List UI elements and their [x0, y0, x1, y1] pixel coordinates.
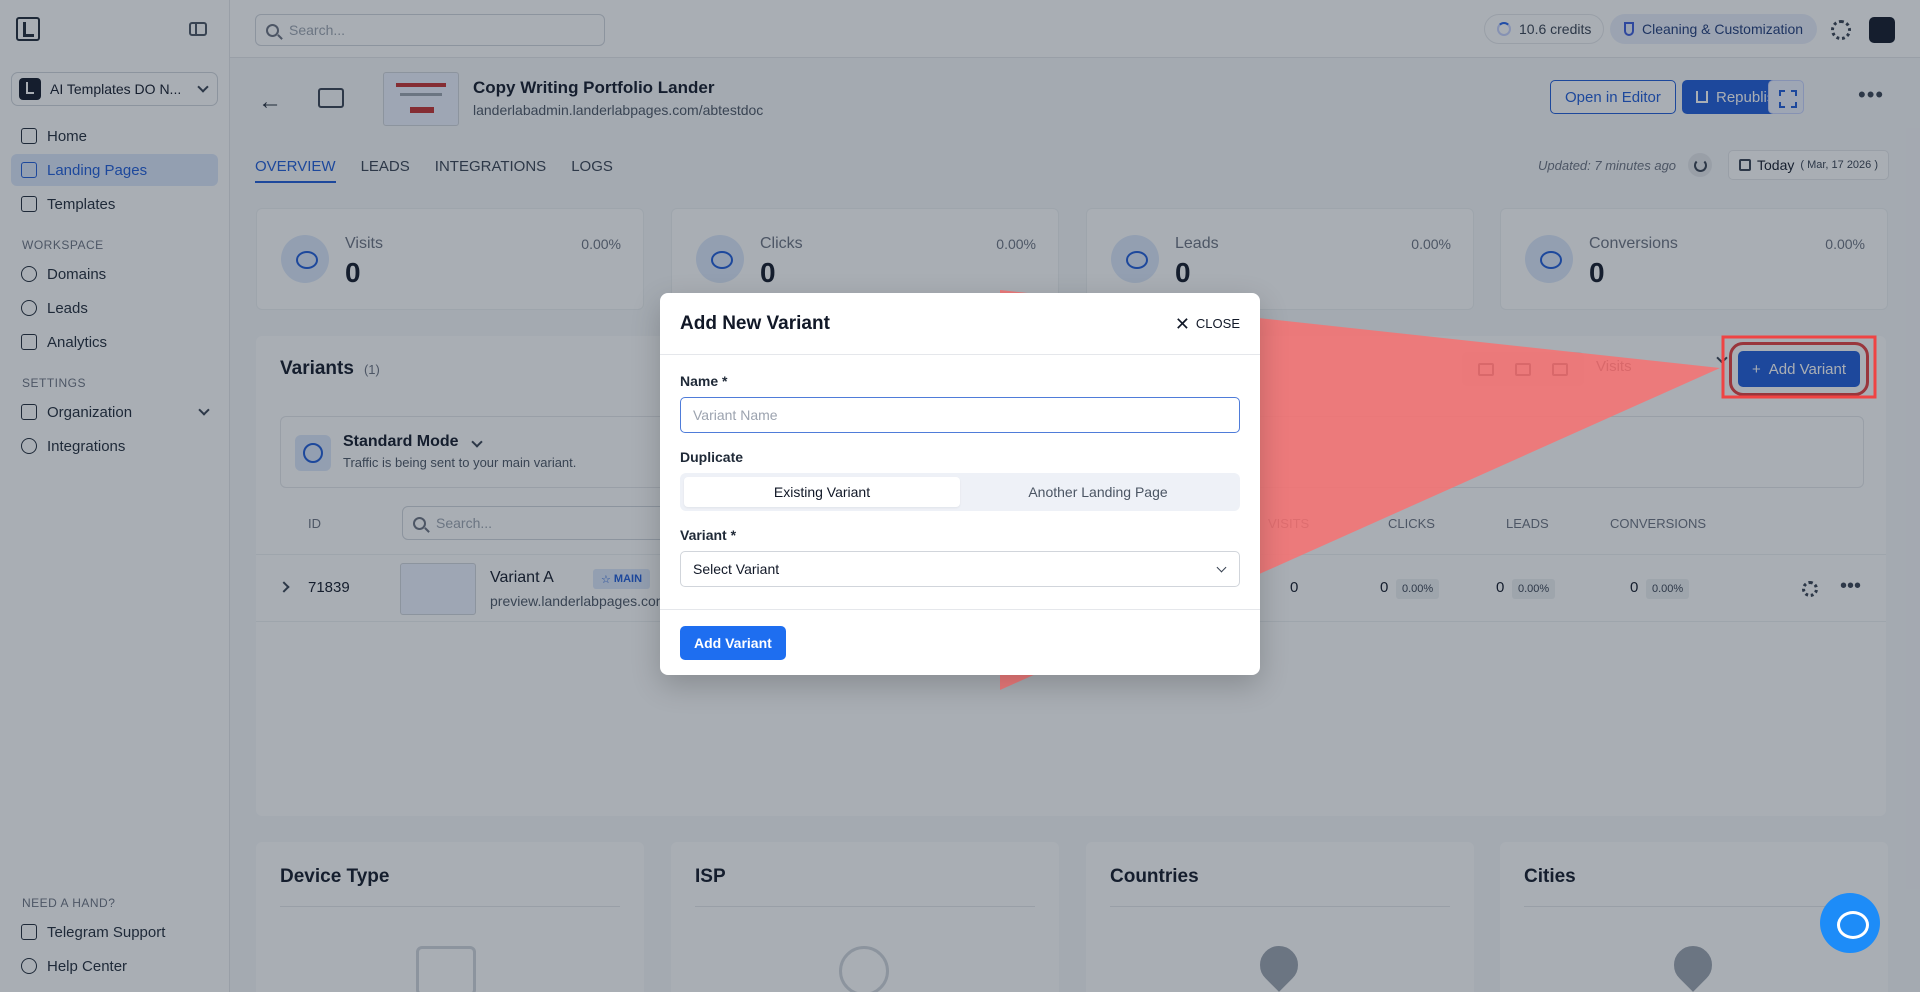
variant-select[interactable]: Select Variant	[680, 551, 1240, 587]
chat-support-icon[interactable]	[1820, 893, 1880, 953]
modal-body: Name * Duplicate Existing Variant Anothe…	[660, 355, 1260, 587]
modal-footer: Add Variant	[660, 609, 1260, 675]
close-button[interactable]: ✕ CLOSE	[1175, 315, 1240, 333]
duplicate-label: Duplicate	[680, 449, 744, 465]
duplicate-source-toggle: Existing Variant Another Landing Page	[680, 473, 1240, 511]
variant-select-value: Select Variant	[693, 561, 780, 577]
close-label: CLOSE	[1195, 316, 1240, 331]
close-icon: ✕	[1174, 313, 1190, 334]
chevron-down-icon	[1216, 562, 1227, 572]
name-field-label: Name *	[680, 373, 728, 389]
variant-name-input[interactable]	[680, 397, 1240, 433]
existing-variant-option[interactable]: Existing Variant	[684, 477, 960, 507]
add-variant-modal: Add New Variant ✕ CLOSE Name * Duplicate…	[660, 293, 1260, 675]
variant-field-label: Variant *	[680, 527, 737, 543]
submit-add-variant-button[interactable]: Add Variant	[680, 625, 786, 660]
another-landing-page-option[interactable]: Another Landing Page	[960, 477, 1236, 507]
modal-header: Add New Variant ✕ CLOSE	[660, 293, 1260, 355]
modal-title: Add New Variant	[680, 312, 830, 334]
